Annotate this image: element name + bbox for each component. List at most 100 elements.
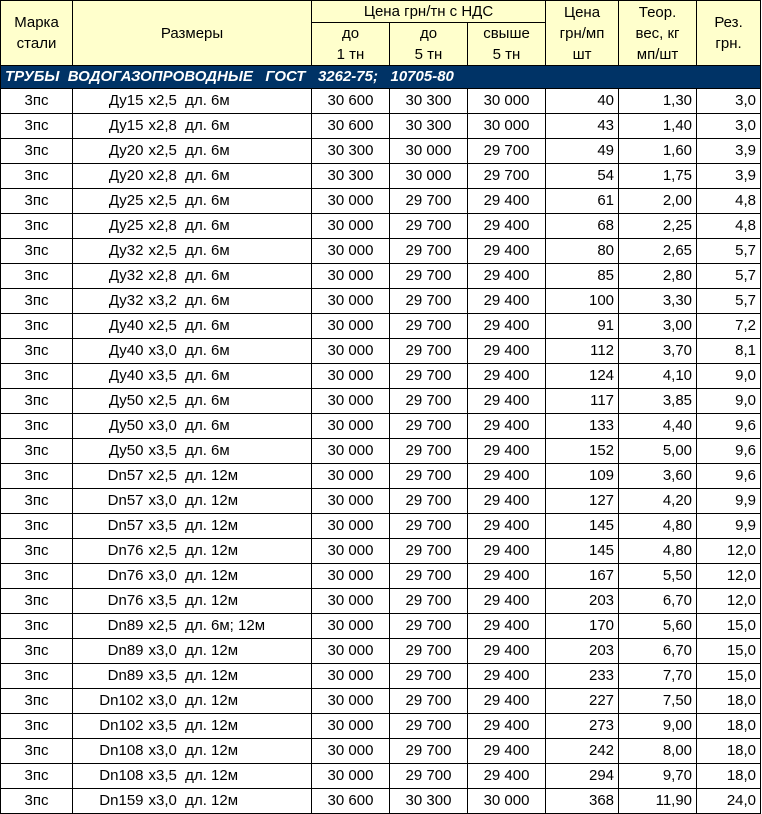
cell-steel-grade: 3пс — [0, 688, 73, 714]
cell-price-up-to-1t: 30 600 — [311, 88, 390, 114]
cell-theoretical-weight: 3,00 — [618, 313, 698, 339]
cell-size-spec: х3,0 дл. 12м — [146, 638, 312, 664]
table-row: 3пс Ду40 х3,5 дл. 6м 30 000 29 700 29 400 124 4… — [0, 363, 762, 389]
cell-price-over-5t: 29 400 — [466, 238, 547, 264]
cell-price-up-to-5t: 29 700 — [389, 663, 468, 689]
cell-price-up-to-5t: 29 700 — [389, 238, 468, 264]
cell-steel-grade: 3пс — [0, 538, 73, 564]
cell-theoretical-weight: 3,60 — [618, 463, 698, 489]
cell-cut-price: 9,9 — [696, 488, 762, 514]
cell-cut-price: 8,1 — [696, 338, 762, 364]
cell-price-up-to-1t: 30 000 — [311, 663, 390, 689]
cell-cut-price: 18,0 — [696, 713, 762, 739]
cell-nominal-diameter: Dn89 — [72, 638, 147, 664]
cell-price-over-5t: 29 400 — [466, 463, 547, 489]
header-up-to-1-line2: 1 тн — [311, 44, 390, 66]
cell-price-up-to-1t: 30 000 — [311, 488, 390, 514]
cell-price-over-5t: 29 400 — [466, 638, 547, 664]
cell-theoretical-weight: 9,70 — [618, 763, 698, 789]
cell-theoretical-weight: 2,80 — [618, 263, 698, 289]
cell-price-per-meter: 242 — [545, 738, 620, 764]
cell-price-up-to-5t: 29 700 — [389, 438, 468, 464]
cell-cut-price: 9,9 — [696, 513, 762, 539]
cell-price-per-meter: 273 — [545, 713, 620, 739]
cell-size-spec: х3,5 дл. 12м — [146, 513, 312, 539]
cell-cut-price: 9,6 — [696, 438, 762, 464]
cell-theoretical-weight: 11,90 — [618, 788, 698, 814]
cell-price-over-5t: 29 400 — [466, 313, 547, 339]
cell-price-over-5t: 29 400 — [466, 513, 547, 539]
cell-steel-grade: 3пс — [0, 288, 73, 314]
cell-price-up-to-1t: 30 000 — [311, 713, 390, 739]
cell-theoretical-weight: 4,20 — [618, 488, 698, 514]
cell-price-up-to-1t: 30 000 — [311, 438, 390, 464]
cell-cut-price: 12,0 — [696, 563, 762, 589]
cell-price-over-5t: 29 400 — [466, 563, 547, 589]
cell-price-over-5t: 29 400 — [466, 538, 547, 564]
cell-nominal-diameter: Ду15 — [72, 113, 147, 139]
cell-cut-price: 3,0 — [696, 88, 762, 114]
cell-price-up-to-5t: 29 700 — [389, 738, 468, 764]
cell-size-spec: х3,5 дл. 12м — [146, 713, 312, 739]
price-table: Марка стали Размеры Цена грн/тн с НДС Це… — [0, 0, 762, 814]
cell-price-up-to-1t: 30 000 — [311, 763, 390, 789]
cell-nominal-diameter: Dn57 — [72, 463, 147, 489]
cell-theoretical-weight: 1,30 — [618, 88, 698, 114]
cell-size-spec: х3,5 дл. 6м — [146, 363, 312, 389]
section-title: ТРУБЫ ВОДОГАЗОПРОВОДНЫЕ ГОСТ 3262-75; 10… — [0, 65, 762, 89]
header-cut-line1: Рез. — [714, 14, 743, 31]
cell-nominal-diameter: Dn76 — [72, 563, 147, 589]
cell-nominal-diameter: Dn57 — [72, 513, 147, 539]
cell-price-up-to-5t: 30 300 — [389, 113, 468, 139]
header-steel-grade: Марка стали — [0, 0, 73, 66]
header-steel-grade-line2: стали — [16, 35, 57, 52]
cell-price-up-to-1t: 30 000 — [311, 388, 390, 414]
cell-price-per-meter: 85 — [545, 263, 620, 289]
cell-steel-grade: 3пс — [0, 88, 73, 114]
cell-steel-grade: 3пс — [0, 513, 73, 539]
cell-cut-price: 18,0 — [696, 688, 762, 714]
table-row: 3пс Ду50 х3,5 дл. 6м 30 000 29 700 29 400 152 5… — [0, 438, 762, 464]
cell-price-up-to-5t: 29 700 — [389, 363, 468, 389]
cell-nominal-diameter: Dn102 — [72, 688, 147, 714]
cell-price-up-to-1t: 30 000 — [311, 263, 390, 289]
header-price-per-meter-line2: грн/мп — [559, 24, 605, 42]
cell-price-per-meter: 61 — [545, 188, 620, 214]
header-over-5-line2: 5 тн — [466, 44, 547, 66]
header-price-per-meter-line3: шт — [572, 45, 592, 63]
header-weight-line1: Теор. — [638, 3, 677, 21]
cell-theoretical-weight: 6,70 — [618, 638, 698, 664]
cell-steel-grade: 3пс — [0, 463, 73, 489]
cell-price-up-to-1t: 30 600 — [311, 788, 390, 814]
cell-cut-price: 5,7 — [696, 263, 762, 289]
cell-price-up-to-5t: 29 700 — [389, 213, 468, 239]
cell-nominal-diameter: Dn89 — [72, 663, 147, 689]
table-row: 3пс Ду25 х2,5 дл. 6м 30 000 29 700 29 400 61 2,… — [0, 188, 762, 214]
cell-price-up-to-5t: 30 000 — [389, 163, 468, 189]
cell-nominal-diameter: Dn89 — [72, 613, 147, 639]
cell-price-per-meter: 227 — [545, 688, 620, 714]
cell-cut-price: 5,7 — [696, 288, 762, 314]
table-row: 3пс Ду50 х2,5 дл. 6м 30 000 29 700 29 400 117 3… — [0, 388, 762, 414]
cell-size-spec: х2,5 дл. 6м; 12м — [146, 613, 312, 639]
cell-price-up-to-5t: 29 700 — [389, 713, 468, 739]
cell-price-up-to-5t: 29 700 — [389, 488, 468, 514]
cell-price-up-to-1t: 30 000 — [311, 588, 390, 614]
cell-size-spec: х3,5 дл. 6м — [146, 438, 312, 464]
cell-price-up-to-5t: 30 300 — [389, 88, 468, 114]
table-row: 3пс Dn76 х3,0 дл. 12м 30 000 29 700 29 400 167… — [0, 563, 762, 589]
cell-steel-grade: 3пс — [0, 363, 73, 389]
cell-price-per-meter: 167 — [545, 563, 620, 589]
cell-nominal-diameter: Ду50 — [72, 438, 147, 464]
cell-price-per-meter: 40 — [545, 88, 620, 114]
cell-price-up-to-5t: 29 700 — [389, 413, 468, 439]
cell-size-spec: х2,5 дл. 6м — [146, 138, 312, 164]
cell-price-up-to-5t: 29 700 — [389, 263, 468, 289]
cell-price-up-to-5t: 29 700 — [389, 763, 468, 789]
cell-size-spec: х2,5 дл. 12м — [146, 538, 312, 564]
cell-theoretical-weight: 4,80 — [618, 538, 698, 564]
cell-size-spec: х2,8 дл. 6м — [146, 113, 312, 139]
cell-cut-price: 3,0 — [696, 113, 762, 139]
cell-price-per-meter: 112 — [545, 338, 620, 364]
cell-price-over-5t: 29 400 — [466, 338, 547, 364]
